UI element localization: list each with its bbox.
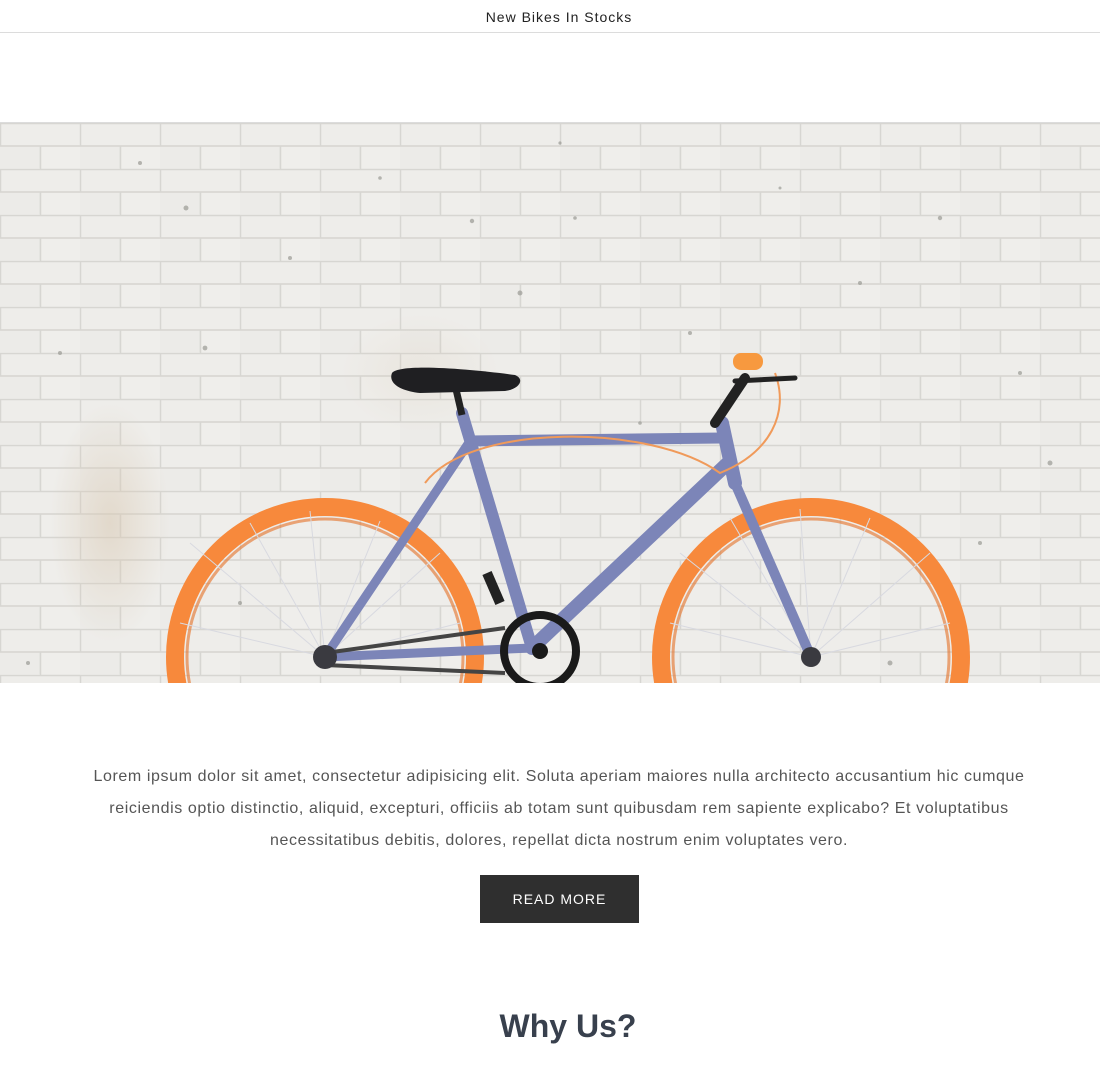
announcement-text: New Bikes In Stocks [485,8,633,25]
site-header [0,33,1100,123]
why-us-heading: Why Us? [499,1008,637,1044]
hero-banner [0,123,1100,683]
intro-paragraph: Lorem ipsum dolor sit amet, consectetur … [93,768,1025,849]
intro-section: Lorem ipsum dolor sit amet, consectetur … [0,683,1100,983]
read-more-button[interactable]: READ MORE [480,875,639,923]
hero-bicycle-image [0,123,1100,683]
announcement-bar: New Bikes In Stocks [0,0,1100,33]
